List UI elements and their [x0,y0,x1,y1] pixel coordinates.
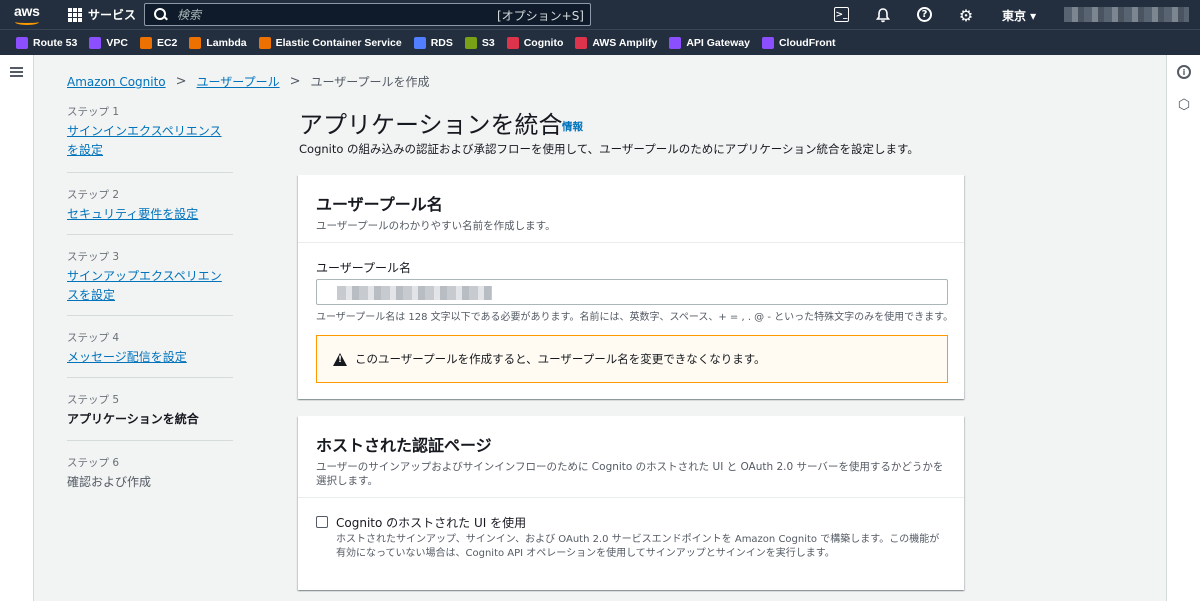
chevron-right-icon: > [175,74,187,89]
search-shortcut-hint: [オプション+S] [496,9,584,23]
services-label: サービス [88,8,137,22]
cloudfront-icon [761,36,774,49]
user-pool-name-label: ユーザープール名 [316,261,412,275]
step-2-link[interactable]: セキュリティ要件を設定 [67,205,233,224]
redacted-input-value [337,286,492,300]
step-number: ステップ 1 [67,106,120,118]
favorite-ec2[interactable]: EC2 [139,36,177,49]
favorite-cloudfront[interactable]: CloudFront [761,36,836,49]
cloudshell-icon[interactable]: >_ [834,7,849,22]
step-6: ステップ 6 確認および作成 [67,441,233,491]
s3-icon [464,36,477,49]
account-menu-redacted[interactable] [1064,7,1189,22]
warning-alert: このユーザープールを作成すると、ユーザープール名を変更できなくなります。 [316,335,948,383]
step-4-link[interactable]: メッセージ配信を設定 [67,348,233,367]
favorite-s3[interactable]: S3 [464,36,495,49]
region-selector[interactable]: 東京 ▾ [1002,7,1036,24]
user-pool-name-hint: ユーザープール名は 128 文字以下である必要があります。名前には、英数字、スペ… [316,312,954,323]
step-6-label: 確認および作成 [67,475,152,489]
card-header: ユーザープール名 ユーザープールのわかりやすい名前を作成します。 [298,175,964,243]
favorite-amplify[interactable]: AWS Amplify [575,36,657,49]
hosted-ui-option: Cognito のホストされた UI を使用 ホストされたサインアップ、サインイ… [316,514,946,561]
hosted-ui-checkbox[interactable] [316,516,328,528]
step-3-link[interactable]: サインアップエクスペリエンスを設定 [67,267,233,305]
card-subheading: ユーザーのサインアップおよびサインインフローのために Cognito のホストさ… [316,461,944,487]
user-pool-name-card: ユーザープール名 ユーザープールのわかりやすい名前を作成します。 ユーザープール… [298,175,964,399]
hosted-ui-checkbox-description: ホストされたサインアップ、サインイン、および OAuth 2.0 サービスエンド… [336,534,940,559]
notifications-bell-icon[interactable] [874,6,892,24]
step-4: ステップ 4 メッセージ配信を設定 [67,316,233,378]
step-5: ステップ 5 アプリケーションを統合 [67,378,233,441]
lambda-icon [189,36,202,49]
warning-icon [333,352,347,366]
info-panel-icon[interactable]: i [1177,65,1191,79]
cognito-icon [506,36,519,49]
page-title: アプリケーションを統合 [299,111,563,139]
favorite-api-gateway[interactable]: API Gateway [669,36,750,49]
help-icon[interactable]: ? [917,7,932,22]
info-link[interactable]: 情報 [562,119,583,134]
aws-logo[interactable]: aws [14,4,42,26]
step-number: ステップ 2 [67,189,120,201]
hosted-auth-pages-card: ホストされた認証ページ ユーザーのサインアップおよびサインインフローのために C… [298,416,964,590]
tools-hexagon-icon[interactable]: ⬡ [1177,98,1191,112]
search-box[interactable]: [オプション+S] [144,3,591,26]
settings-gear-icon[interactable]: ⚙ [957,6,975,25]
favorites-bar: Route 53 VPC EC2 Lambda Elastic Containe… [0,29,1200,55]
warning-text: このユーザープールを作成すると、ユーザープール名を変更できなくなります。 [355,352,766,366]
step-1-link[interactable]: サインインエクスペリエンスを設定 [67,122,233,160]
vpc-icon [89,36,102,49]
card-header: ホストされた認証ページ ユーザーのサインアップおよびサインインフローのために C… [298,416,964,498]
route53-icon [16,36,28,49]
top-navigation: aws サービス [オプション+S] >_ ? ⚙ 東京 ▾ [0,0,1200,29]
hamburger-menu-icon[interactable] [10,67,23,77]
step-3: ステップ 3 サインアップエクスペリエンスを設定 [67,235,233,316]
step-5-current: アプリケーションを統合 [67,412,199,426]
services-menu-button[interactable]: サービス [68,6,136,23]
user-pool-name-input[interactable] [316,279,948,305]
right-rail: i ⬡ [1166,55,1200,601]
chevron-right-icon: > [289,74,301,89]
favorite-cognito[interactable]: Cognito [506,36,563,49]
favorite-lambda[interactable]: Lambda [189,36,247,49]
page-description: Cognito の組み込みの認証および承認フローを使用して、ユーザープールのため… [299,142,919,156]
amplify-icon [575,36,588,49]
ec2-icon [139,36,152,49]
step-number: ステップ 5 [67,394,120,406]
breadcrumb-current: ユーザープールを作成 [310,75,430,89]
card-heading: ユーザープール名 [316,195,443,214]
favorite-vpc[interactable]: VPC [89,36,128,49]
search-input[interactable] [177,7,477,22]
card-heading: ホストされた認証ページ [316,436,492,455]
search-icon [153,7,169,23]
api-gateway-icon [669,36,682,49]
rds-icon [413,36,426,49]
breadcrumb-cognito[interactable]: Amazon Cognito [67,75,166,89]
hosted-ui-checkbox-label[interactable]: Cognito のホストされた UI を使用 [336,514,946,531]
favorite-ecs[interactable]: Elastic Container Service [258,36,402,49]
grid-icon [68,7,82,22]
favorite-route53[interactable]: Route 53 [16,36,77,49]
breadcrumb-user-pools[interactable]: ユーザープール [197,73,280,90]
step-2: ステップ 2 セキュリティ要件を設定 [67,173,233,235]
step-number: ステップ 6 [67,457,120,469]
step-number: ステップ 4 [67,332,120,344]
favorite-rds[interactable]: RDS [413,36,453,49]
ecs-icon [258,36,271,49]
card-subheading: ユーザープールのわかりやすい名前を作成します。 [316,220,556,232]
step-1: ステップ 1 サインインエクスペリエンスを設定 [67,104,233,173]
step-number: ステップ 3 [67,251,120,263]
breadcrumb: Amazon Cognito > ユーザープール > ユーザープールを作成 [67,73,430,90]
wizard-steps: ステップ 1 サインインエクスペリエンスを設定 ステップ 2 セキュリティ要件を… [67,104,233,491]
left-rail [0,55,34,601]
